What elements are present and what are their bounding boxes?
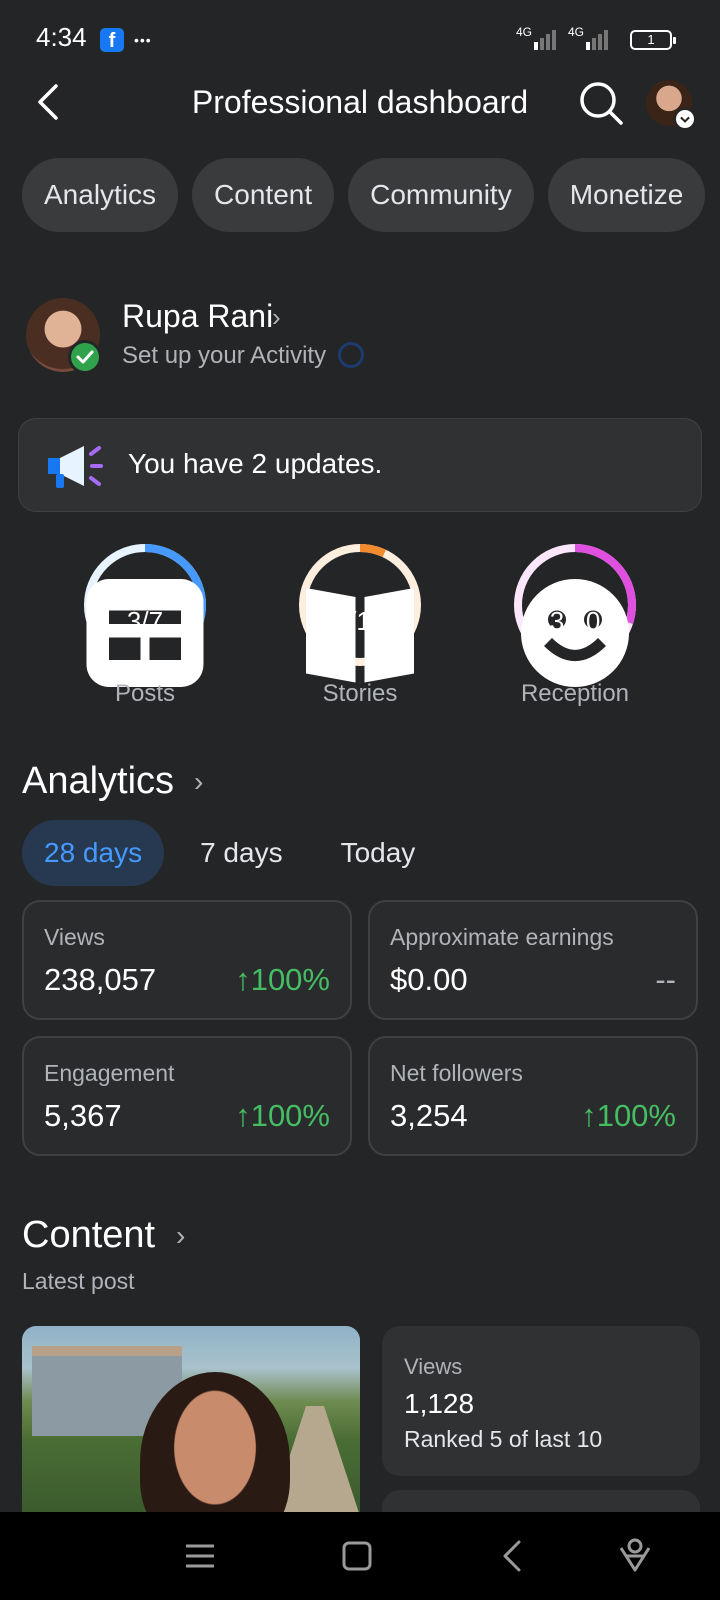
- tab-community[interactable]: Community: [348, 158, 534, 232]
- menu-icon[interactable]: [178, 1534, 222, 1578]
- chevron-right-icon: ›: [272, 302, 281, 332]
- stories-progress-ring[interactable]: 1/14: [297, 542, 423, 683]
- chevron-right-icon: ›: [176, 1220, 186, 1251]
- status-bar: 4:34 f ••• 4G 4G 1: [0, 0, 720, 70]
- signal-icon: 4G: [568, 26, 608, 50]
- chevron-right-icon: ›: [194, 766, 204, 797]
- activity-progress-icon: [338, 342, 364, 368]
- posts-progress-ring[interactable]: 3/7: [82, 542, 208, 687]
- system-nav-bar: [0, 1512, 720, 1600]
- signal-icon: 4G: [516, 26, 556, 50]
- stat-label: Approximate earnings: [390, 924, 614, 950]
- stories-label: Stories: [322, 680, 398, 707]
- chevron-down-icon: [674, 108, 696, 130]
- reception-progress-ring[interactable]: 3/10: [512, 542, 638, 687]
- stat-change: --: [655, 962, 676, 997]
- stories-progress-value: 1/14: [334, 606, 386, 636]
- dashboard-tabs: Analytics Content Community Monetize: [22, 158, 706, 232]
- posts-progress-value: 3/7: [126, 606, 164, 636]
- views-stat-card[interactable]: Views 238,057 ↑100%: [22, 900, 352, 1020]
- facebook-icon: f: [100, 28, 124, 52]
- network-label: 4G: [568, 26, 584, 39]
- latest-views-value: 1,128: [404, 1388, 475, 1419]
- stat-change: ↑100%: [235, 1098, 330, 1133]
- date-range-tabs: 28 days 7 days Today: [22, 820, 451, 886]
- updates-text: You have 2 updates.: [128, 448, 383, 479]
- tab-monetize[interactable]: Monetize: [547, 158, 706, 232]
- posts-label: Posts: [114, 680, 176, 707]
- tab-content[interactable]: Content: [192, 158, 335, 232]
- engagement-stat-card[interactable]: Engagement 5,367 ↑100%: [22, 1036, 352, 1156]
- battery-icon: 1: [630, 30, 676, 50]
- status-time: 4:34: [36, 22, 87, 52]
- stat-value: $0.00: [390, 962, 468, 997]
- content-heading[interactable]: Content: [22, 1214, 155, 1257]
- megaphone-icon: [48, 446, 103, 488]
- stat-value: 238,057: [44, 962, 157, 997]
- stat-label: Engagement: [44, 1060, 175, 1086]
- stat-change: ↑100%: [581, 1098, 676, 1133]
- stat-value: 5,367: [44, 1098, 122, 1133]
- tab-analytics[interactable]: Analytics: [22, 158, 179, 232]
- assistant-icon[interactable]: [613, 1534, 657, 1578]
- latest-post-label: Latest post: [22, 1268, 135, 1294]
- latest-post-thumbnail[interactable]: [22, 1326, 360, 1516]
- latest-post-views-card[interactable]: Views 1,128 Ranked 5 of last 10: [382, 1326, 700, 1476]
- search-icon[interactable]: [578, 80, 624, 126]
- latest-views-label: Views: [404, 1354, 463, 1379]
- verified-check-icon: [68, 340, 102, 374]
- more-notifications-icon: •••: [134, 32, 152, 48]
- stat-label: Views: [44, 924, 105, 950]
- range-today[interactable]: Today: [319, 820, 438, 886]
- net-followers-stat-card[interactable]: Net followers 3,254 ↑100%: [368, 1036, 698, 1156]
- reception-progress-value: 3/10: [549, 606, 601, 636]
- range-28-days[interactable]: 28 days: [22, 820, 165, 886]
- earnings-stat-card[interactable]: Approximate earnings $0.00 --: [368, 900, 698, 1020]
- analytics-heading[interactable]: Analytics: [22, 760, 174, 803]
- latest-post-rank: Ranked 5 of last 10: [404, 1426, 603, 1452]
- profile-switcher-avatar[interactable]: [646, 80, 696, 130]
- home-square-icon[interactable]: [335, 1534, 379, 1578]
- profile-name[interactable]: Rupa Rani: [122, 298, 273, 335]
- stat-value: 3,254: [390, 1098, 468, 1133]
- range-7-days[interactable]: 7 days: [178, 820, 305, 886]
- network-label: 4G: [516, 26, 532, 39]
- back-icon[interactable]: [492, 1534, 536, 1578]
- reception-label: Reception: [520, 680, 630, 707]
- profile-activity-link[interactable]: Set up your Activity: [122, 342, 326, 370]
- stat-change: ↑100%: [235, 962, 330, 997]
- stat-label: Net followers: [390, 1060, 523, 1086]
